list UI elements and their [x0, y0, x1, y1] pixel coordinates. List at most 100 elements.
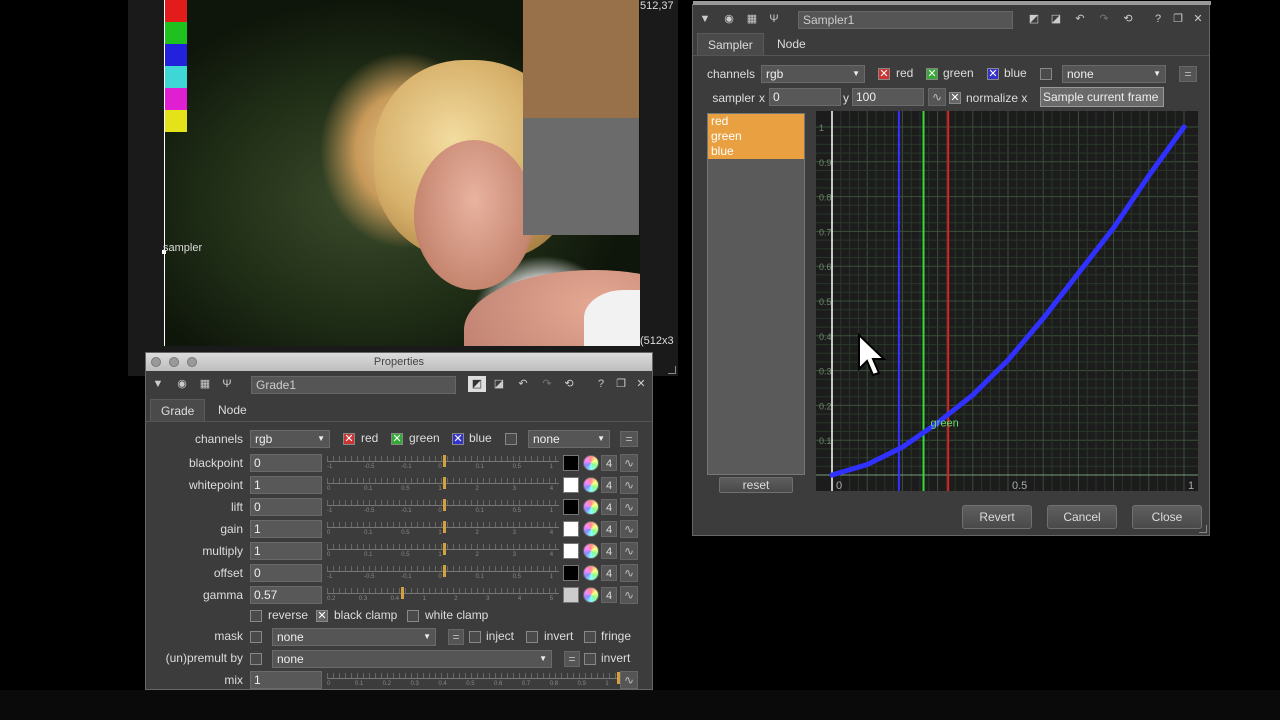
- tab-grade[interactable]: Grade: [150, 399, 206, 421]
- tab-node[interactable]: Node: [767, 33, 816, 55]
- y-field[interactable]: 100: [852, 88, 924, 106]
- curve-button[interactable]: ∿: [928, 88, 946, 106]
- close-panel-icon[interactable]: ✕: [1189, 11, 1207, 27]
- x-field[interactable]: 0: [769, 88, 841, 106]
- extra-channel-checkbox[interactable]: [1040, 68, 1052, 80]
- link-button[interactable]: =: [620, 431, 638, 447]
- channel-item-blue[interactable]: blue: [708, 144, 804, 159]
- whitepoint-color-swatch[interactable]: [563, 477, 579, 493]
- link-button[interactable]: =: [1179, 66, 1197, 82]
- fork-icon[interactable]: Ψ: [765, 11, 783, 27]
- offset-color-swatch[interactable]: [563, 565, 579, 581]
- slider-knob[interactable]: [443, 455, 446, 467]
- channel-item-red[interactable]: red: [708, 114, 804, 129]
- viewer[interactable]: sampler 512,37 (512x3: [128, 0, 678, 376]
- mask-link-button[interactable]: =: [448, 629, 464, 645]
- gamma-field[interactable]: 0.57: [250, 586, 322, 604]
- gain-field[interactable]: 1: [250, 520, 322, 538]
- close-panel-icon[interactable]: ✕: [632, 376, 650, 392]
- lift-channels-button[interactable]: 4: [601, 499, 617, 515]
- black-clamp-checkbox[interactable]: ✕: [316, 610, 328, 622]
- color-wheel-icon[interactable]: [583, 543, 599, 559]
- channels-dropdown[interactable]: rgb ▼: [761, 65, 865, 83]
- film-icon[interactable]: ▦: [196, 376, 214, 392]
- resize-grip[interactable]: [668, 366, 676, 374]
- blackpoint-slider[interactable]: -1 -0.5 -0.1 0 0.1 0.5 1: [327, 454, 559, 472]
- invert-checkbox[interactable]: [526, 631, 538, 643]
- color-wheel-icon[interactable]: [583, 499, 599, 515]
- offset-slider[interactable]: -1 -0.5 -0.1 0 0.1 0.5 1: [327, 564, 559, 582]
- minimize-window-icon[interactable]: [169, 357, 179, 367]
- slider-knob[interactable]: [443, 543, 446, 555]
- gain-slider[interactable]: 0 0.1 0.5 1 2 3 4: [327, 520, 559, 538]
- color-icon[interactable]: ◩: [468, 376, 486, 392]
- whitepoint-channels-button[interactable]: 4: [601, 477, 617, 493]
- slider-knob[interactable]: [443, 565, 446, 577]
- extra-channel-dropdown[interactable]: none ▼: [528, 430, 610, 448]
- color-wheel-icon[interactable]: [583, 521, 599, 537]
- collapse-icon[interactable]: ▼: [149, 376, 167, 392]
- blue-checkbox[interactable]: ✕: [452, 433, 464, 445]
- float-icon[interactable]: ❐: [612, 376, 630, 392]
- multiply-field[interactable]: 1: [250, 542, 322, 560]
- mix-slider[interactable]: 0 0.1 0.2 0.3 0.4 0.5 0.6 0.7 0.8 0.9 1: [327, 671, 620, 689]
- normalize-checkbox[interactable]: ✕: [949, 92, 961, 104]
- properties-titlebar[interactable]: Properties: [146, 353, 652, 371]
- white-clamp-checkbox[interactable]: [407, 610, 419, 622]
- tab-sampler[interactable]: Sampler: [697, 33, 764, 55]
- sampler-line[interactable]: [164, 0, 165, 346]
- color-wheel-icon[interactable]: [583, 477, 599, 493]
- slider-knob[interactable]: [401, 587, 405, 599]
- mask-dropdown[interactable]: none ▼: [272, 628, 436, 646]
- extra-channel-checkbox[interactable]: [505, 433, 517, 445]
- offset-curve-button[interactable]: ∿: [620, 564, 638, 582]
- multiply-slider[interactable]: 0 0.1 0.5 1 2 3 4: [327, 542, 559, 560]
- invert2-checkbox[interactable]: [584, 653, 596, 665]
- channels-dropdown[interactable]: rgb ▼: [250, 430, 330, 448]
- undo-icon[interactable]: ↶: [514, 376, 532, 392]
- offset-channels-button[interactable]: 4: [601, 565, 617, 581]
- close-window-icon[interactable]: [151, 357, 161, 367]
- color-icon[interactable]: ◩: [1025, 11, 1043, 27]
- redo-icon[interactable]: ↷: [1095, 11, 1113, 27]
- color-wheel-icon[interactable]: [583, 455, 599, 471]
- resize-grip[interactable]: [1199, 525, 1207, 533]
- lift-color-swatch[interactable]: [563, 499, 579, 515]
- mix-field[interactable]: 1: [250, 671, 322, 689]
- blackpoint-color-swatch[interactable]: [563, 455, 579, 471]
- green-checkbox[interactable]: ✕: [391, 433, 403, 445]
- node-name-field[interactable]: Sampler1: [798, 11, 1013, 29]
- slider-knob[interactable]: [443, 477, 446, 489]
- lift-curve-button[interactable]: ∿: [620, 498, 638, 516]
- gain-channels-button[interactable]: 4: [601, 521, 617, 537]
- whitepoint-slider[interactable]: 0 0.1 0.5 1 2 3 4: [327, 476, 559, 494]
- tab-node[interactable]: Node: [208, 399, 257, 421]
- float-icon[interactable]: ❐: [1169, 11, 1187, 27]
- collapse-icon[interactable]: ▼: [696, 11, 714, 27]
- unpremult-link-button[interactable]: =: [564, 651, 580, 667]
- multiply-channels-button[interactable]: 4: [601, 543, 617, 559]
- node-name-field[interactable]: Grade1: [251, 376, 456, 394]
- center-icon[interactable]: ◉: [720, 11, 738, 27]
- unpremult-checkbox[interactable]: [250, 653, 262, 665]
- blackpoint-curve-button[interactable]: ∿: [620, 454, 638, 472]
- whitepoint-field[interactable]: 1: [250, 476, 322, 494]
- revert-icon[interactable]: ⟲: [560, 376, 578, 392]
- gain-color-swatch[interactable]: [563, 521, 579, 537]
- help-icon[interactable]: ?: [592, 376, 610, 392]
- mask-checkbox[interactable]: [250, 631, 262, 643]
- gain-curve-button[interactable]: ∿: [620, 520, 638, 538]
- extra-channel-dropdown[interactable]: none ▼: [1062, 65, 1166, 83]
- unpremult-dropdown[interactable]: none ▼: [272, 650, 552, 668]
- channel-item-green[interactable]: green: [708, 129, 804, 144]
- close-button[interactable]: Close: [1132, 505, 1202, 529]
- film-icon[interactable]: ▦: [743, 11, 761, 27]
- inject-checkbox[interactable]: [469, 631, 481, 643]
- blackpoint-field[interactable]: 0: [250, 454, 322, 472]
- maximize-window-icon[interactable]: [187, 357, 197, 367]
- fringe-checkbox[interactable]: [584, 631, 596, 643]
- red-checkbox[interactable]: ✕: [343, 433, 355, 445]
- revert-icon[interactable]: ⟲: [1119, 11, 1137, 27]
- fork-icon[interactable]: Ψ: [218, 376, 236, 392]
- whitepoint-curve-button[interactable]: ∿: [620, 476, 638, 494]
